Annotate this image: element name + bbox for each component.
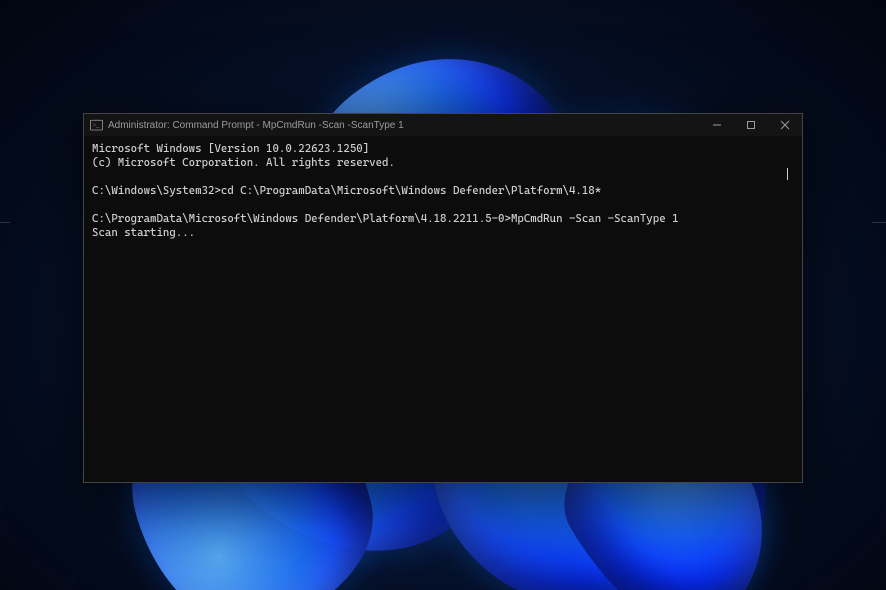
text-cursor xyxy=(787,168,788,180)
terminal-line: C:\Windows\System32>cd C:\ProgramData\Mi… xyxy=(92,184,794,198)
minimize-button[interactable] xyxy=(700,114,734,136)
terminal-line xyxy=(92,170,794,184)
cmd-icon: >_ xyxy=(90,119,103,131)
terminal-line: C:\ProgramData\Microsoft\Windows Defende… xyxy=(92,212,794,226)
window-title: Administrator: Command Prompt - MpCmdRun… xyxy=(108,120,404,131)
svg-text:>_: >_ xyxy=(92,122,100,129)
terminal-line: (c) Microsoft Corporation. All rights re… xyxy=(92,156,794,170)
terminal-line xyxy=(92,198,794,212)
title-bar[interactable]: >_ Administrator: Command Prompt - MpCmd… xyxy=(84,114,802,136)
terminal-output[interactable]: Microsoft Windows [Version 10.0.22623.12… xyxy=(84,136,802,482)
terminal-line: Microsoft Windows [Version 10.0.22623.12… xyxy=(92,142,794,156)
terminal-line: Scan starting... xyxy=(92,226,794,240)
command-prompt-window: >_ Administrator: Command Prompt - MpCmd… xyxy=(83,113,803,483)
close-button[interactable] xyxy=(768,114,802,136)
maximize-button[interactable] xyxy=(734,114,768,136)
